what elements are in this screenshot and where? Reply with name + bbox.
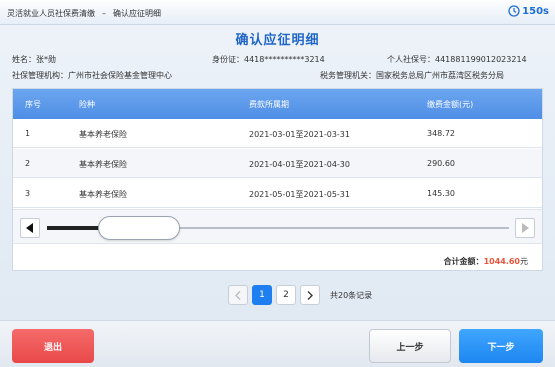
top-bar: 灵活就业人员社保费清缴 – 确认应征明细 150s	[0, 0, 555, 25]
cell-amount: 348.72	[427, 129, 455, 138]
social-no-value: 441881199012023214	[435, 55, 527, 64]
triangle-left-icon	[26, 223, 33, 233]
total-label: 合计金额：	[443, 257, 484, 266]
name-info: 姓名：张*勋	[12, 54, 56, 65]
record-count: 共20条记录	[330, 290, 373, 300]
total-value: 1044.60	[483, 257, 520, 266]
cell-period: 2021-03-01至2021-03-31	[249, 130, 350, 139]
name-label: 姓名：	[12, 55, 36, 64]
cell-index: 3	[25, 189, 31, 198]
prev-step-button[interactable]: 上一步	[369, 329, 451, 363]
clock-icon	[508, 5, 520, 17]
table-row[interactable]: 2 基本养老保险 2021-04-01至2021-04-30 290.60	[13, 149, 542, 178]
table-row[interactable]: 1 基本养老保险 2021-03-01至2021-03-31 348.72	[13, 119, 542, 148]
id-value: 4418**********3214	[244, 55, 325, 64]
triangle-right-icon	[522, 223, 529, 233]
column-header-insurance: 险种	[79, 100, 95, 109]
detail-table: 序号 险种 费款所属期 缴费金额(元) 1 基本养老保险 2021-03-01至…	[12, 88, 543, 271]
total-amount: 合计金额：1044.60元	[444, 256, 528, 267]
cell-index: 1	[25, 129, 31, 138]
chevron-left-icon	[235, 290, 241, 300]
column-header-period: 费款所属期	[249, 100, 289, 109]
id-info: 身份证：4418**********3214	[212, 54, 325, 65]
next-step-button[interactable]: 下一步	[459, 329, 543, 363]
breadcrumb-item-service[interactable]: 灵活就业人员社保费清缴	[7, 9, 95, 18]
scroll-right-button[interactable]	[515, 218, 535, 238]
column-header-amount: 缴费金额(元)	[427, 100, 474, 109]
pagination: 1 2 共20条记录	[228, 285, 372, 305]
exit-button[interactable]: 退出	[12, 329, 94, 363]
breadcrumb: 灵活就业人员社保费清缴 – 确认应征明细	[7, 8, 161, 19]
name-value: 张*勋	[36, 55, 56, 64]
cell-amount: 290.60	[427, 159, 455, 168]
page-button-1[interactable]: 1	[252, 285, 272, 305]
total-unit: 元	[520, 257, 528, 266]
page-title: 确认应征明细	[235, 33, 320, 48]
agency-info: 社保管理机构：广州市社会保险基金管理中心	[12, 70, 172, 81]
tax-label: 税务管理机关：	[320, 71, 376, 80]
table-row[interactable]: 3 基本养老保险 2021-05-01至2021-05-31 145.30	[13, 179, 542, 208]
agency-value: 广州市社会保险基金管理中心	[68, 71, 172, 80]
social-no-label: 个人社保号：	[387, 55, 435, 64]
tax-info: 税务管理机关：国家税务总局广州市荔湾区税务分局	[320, 70, 504, 81]
breadcrumb-separator: –	[102, 9, 106, 18]
social-no-info: 个人社保号：441881199012023214	[387, 54, 527, 65]
column-header-index: 序号	[25, 100, 41, 109]
cell-amount: 145.30	[427, 189, 455, 198]
cell-period: 2021-05-01至2021-05-31	[249, 190, 350, 199]
chevron-right-icon	[307, 290, 313, 300]
cell-insurance: 基本养老保险	[79, 130, 127, 139]
cell-insurance: 基本养老保险	[79, 190, 127, 199]
cell-period: 2021-04-01至2021-04-30	[249, 160, 350, 169]
scroll-thumb[interactable]	[98, 216, 180, 240]
agency-label: 社保管理机构：	[12, 71, 68, 80]
scroll-left-button[interactable]	[20, 218, 40, 238]
page-button-2[interactable]: 2	[276, 285, 296, 305]
next-page-button[interactable]	[300, 285, 320, 305]
horizontal-scrollbar[interactable]	[13, 209, 542, 244]
cell-insurance: 基本养老保险	[79, 160, 127, 169]
timer-value: 150s	[522, 5, 549, 17]
prev-page-button[interactable]	[228, 285, 248, 305]
countdown-timer: 150s	[508, 5, 549, 17]
cell-index: 2	[25, 159, 31, 168]
tax-value: 国家税务总局广州市荔湾区税务分局	[376, 71, 504, 80]
id-label: 身份证：	[212, 55, 244, 64]
breadcrumb-item-current: 确认应征明细	[113, 9, 161, 18]
table-header: 序号 险种 费款所属期 缴费金额(元)	[13, 89, 542, 119]
